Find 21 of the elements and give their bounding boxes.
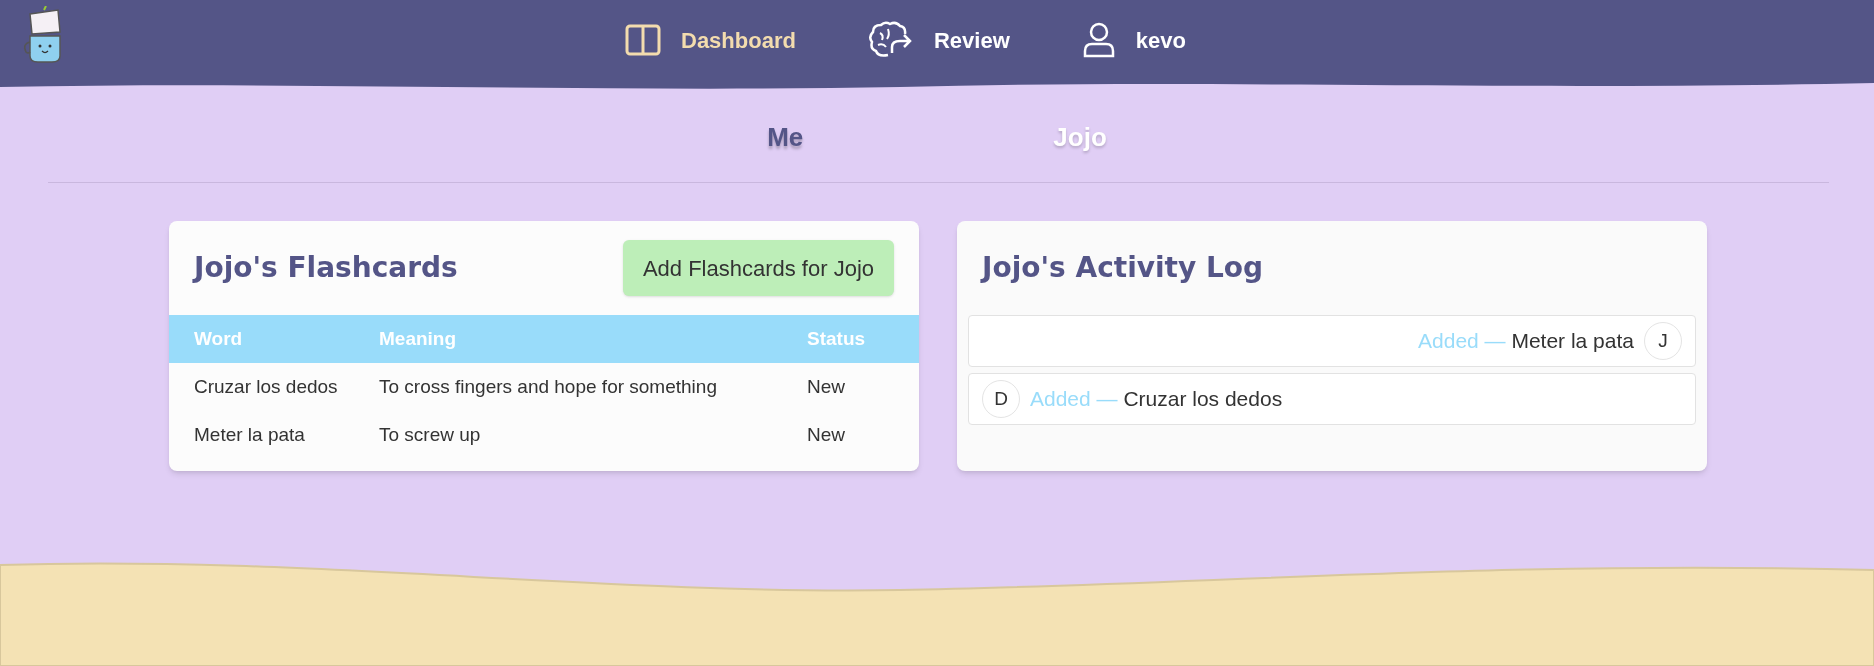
table-cell-text: New bbox=[807, 422, 846, 447]
table-cell: Cruzar los dedos bbox=[169, 363, 379, 411]
table-cell: New bbox=[807, 363, 919, 411]
log-text: Added — Meter la pata bbox=[1418, 328, 1634, 355]
card-title: Jojo's Flashcards bbox=[194, 250, 458, 286]
brain-icon bbox=[867, 21, 914, 59]
table-cell-text: To screw up bbox=[379, 422, 482, 447]
nav-link[interactable]: Dashboard bbox=[625, 23, 796, 57]
table-cell: Meter la pata bbox=[169, 411, 379, 459]
column-header: Status bbox=[807, 315, 919, 363]
columns-icon bbox=[625, 24, 661, 56]
user-icon bbox=[1081, 22, 1116, 58]
add-flashcards-button[interactable]: Add Flashcards for Jojo bbox=[622, 240, 894, 296]
nav-link[interactable]: Review bbox=[867, 21, 1010, 59]
column-header: Word bbox=[169, 315, 379, 363]
log-text: Added — Cruzar los dedos bbox=[1030, 386, 1283, 413]
column-header: Meaning bbox=[379, 315, 807, 363]
table-cell: To cross fingers and hope for something bbox=[379, 363, 807, 411]
card-title: Jojo's Activity Log bbox=[982, 250, 1264, 286]
nav-link[interactable]: kevo bbox=[1081, 22, 1186, 58]
person-tab[interactable]: Me bbox=[767, 118, 804, 157]
